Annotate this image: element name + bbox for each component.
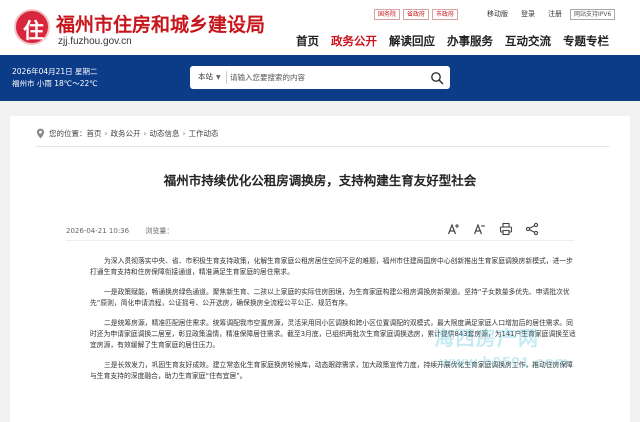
nav-home[interactable]: 首页 [296,33,319,49]
article-title: 福州市持续优化公租房调换房，支持构建生育友好型社会 [163,173,477,188]
font-decrease-icon[interactable] [473,222,487,236]
view-count: 浏览量： [145,227,174,235]
nav-government-affairs[interactable]: 政务公开 [331,33,377,49]
publish-date: 2026-04-21 10:36 [66,227,130,235]
login-link[interactable]: 登录 [521,9,535,20]
mobile-version-link[interactable]: 移动版 [487,9,508,20]
article-paragraph: 一是政策赋能，畅通换房绿色通道。聚焦新生育、二孩以上家庭的实际住房困境，为生育家… [90,288,570,307]
nav-services[interactable]: 办事服务 [447,33,493,49]
site-url: zjj.fuzhou.gov.cn [58,36,132,47]
breadcrumb-separator: › [143,129,147,138]
breadcrumb-separator: › [104,129,108,138]
logo-emblem[interactable]: 住 [14,9,50,45]
breadcrumb-divider [36,146,610,147]
breadcrumb: 您的位置： 首页 › 政务公开 › 动态信息 › 工作动态 [36,128,219,139]
search-scope-select[interactable]: 本站 [198,72,213,82]
breadcrumb-label: 您的位置： [49,129,87,138]
toplink-city[interactable]: 市政府 [432,9,459,20]
meta-divider [66,240,574,241]
search-band: 2026年04月21日 星期二 福州市 小雨 18℃～22℃ 本站 ▼ [0,55,640,101]
breadcrumb-work-news[interactable]: 工作动态 [189,128,219,139]
breadcrumb-news[interactable]: 动态信息 [150,128,180,139]
breadcrumb-separator: › [182,129,186,138]
article-tools [447,222,539,236]
chevron-down-icon[interactable]: ▼ [216,73,221,82]
article-meta: 2026-04-21 10:36 浏览量： [66,226,173,236]
nav-interpretation[interactable]: 解读回应 [389,33,435,49]
ipv6-badge: 网站支持IPV6 [570,9,616,20]
breadcrumb-government-affairs[interactable]: 政务公开 [111,128,141,139]
watermark-text: 海西房产网 [434,326,539,350]
search-separator [226,71,227,84]
search-input[interactable] [230,69,420,86]
date-text: 2026年04月21日 星期二 [12,67,98,76]
search-box: 本站 ▼ [190,66,450,89]
share-icon[interactable] [525,222,539,236]
nav-interaction[interactable]: 互动交流 [505,33,551,49]
watermark-url: www.h0591.com [440,354,570,371]
logo-glyph: 住 [23,18,44,43]
main-nav: 首页 政务公开 解读回应 办事服务 互动交流 专题专栏 [296,33,621,49]
print-icon[interactable] [499,222,513,236]
register-link[interactable]: 注册 [548,9,562,20]
location-pin-icon [36,128,45,139]
site-title[interactable]: 福州市住房和城乡建设局 [56,10,265,37]
toplink-state-council[interactable]: 国务院 [374,9,401,20]
weather-text: 福州市 小雨 18℃～22℃ [12,79,98,88]
toplink-province[interactable]: 省政府 [403,9,430,20]
article-panel: 您的位置： 首页 › 政务公开 › 动态信息 › 工作动态 福州市持续优化公租房… [10,116,630,422]
site-header: 住 福州市住房和城乡建设局 zjj.fuzhou.gov.cn 国务院 省政府 … [0,0,640,55]
nav-special-topics[interactable]: 专题专栏 [563,33,609,49]
font-increase-icon[interactable] [447,222,461,236]
article-paragraph: 为深入贯彻落实中央、省、市积极生育支持政策，化解生育家庭公租房居住空间不足的难题… [90,257,573,276]
top-links: 国务院 省政府 市政府 [374,9,459,20]
search-icon[interactable] [430,71,444,85]
breadcrumb-home[interactable]: 首页 [87,128,102,139]
